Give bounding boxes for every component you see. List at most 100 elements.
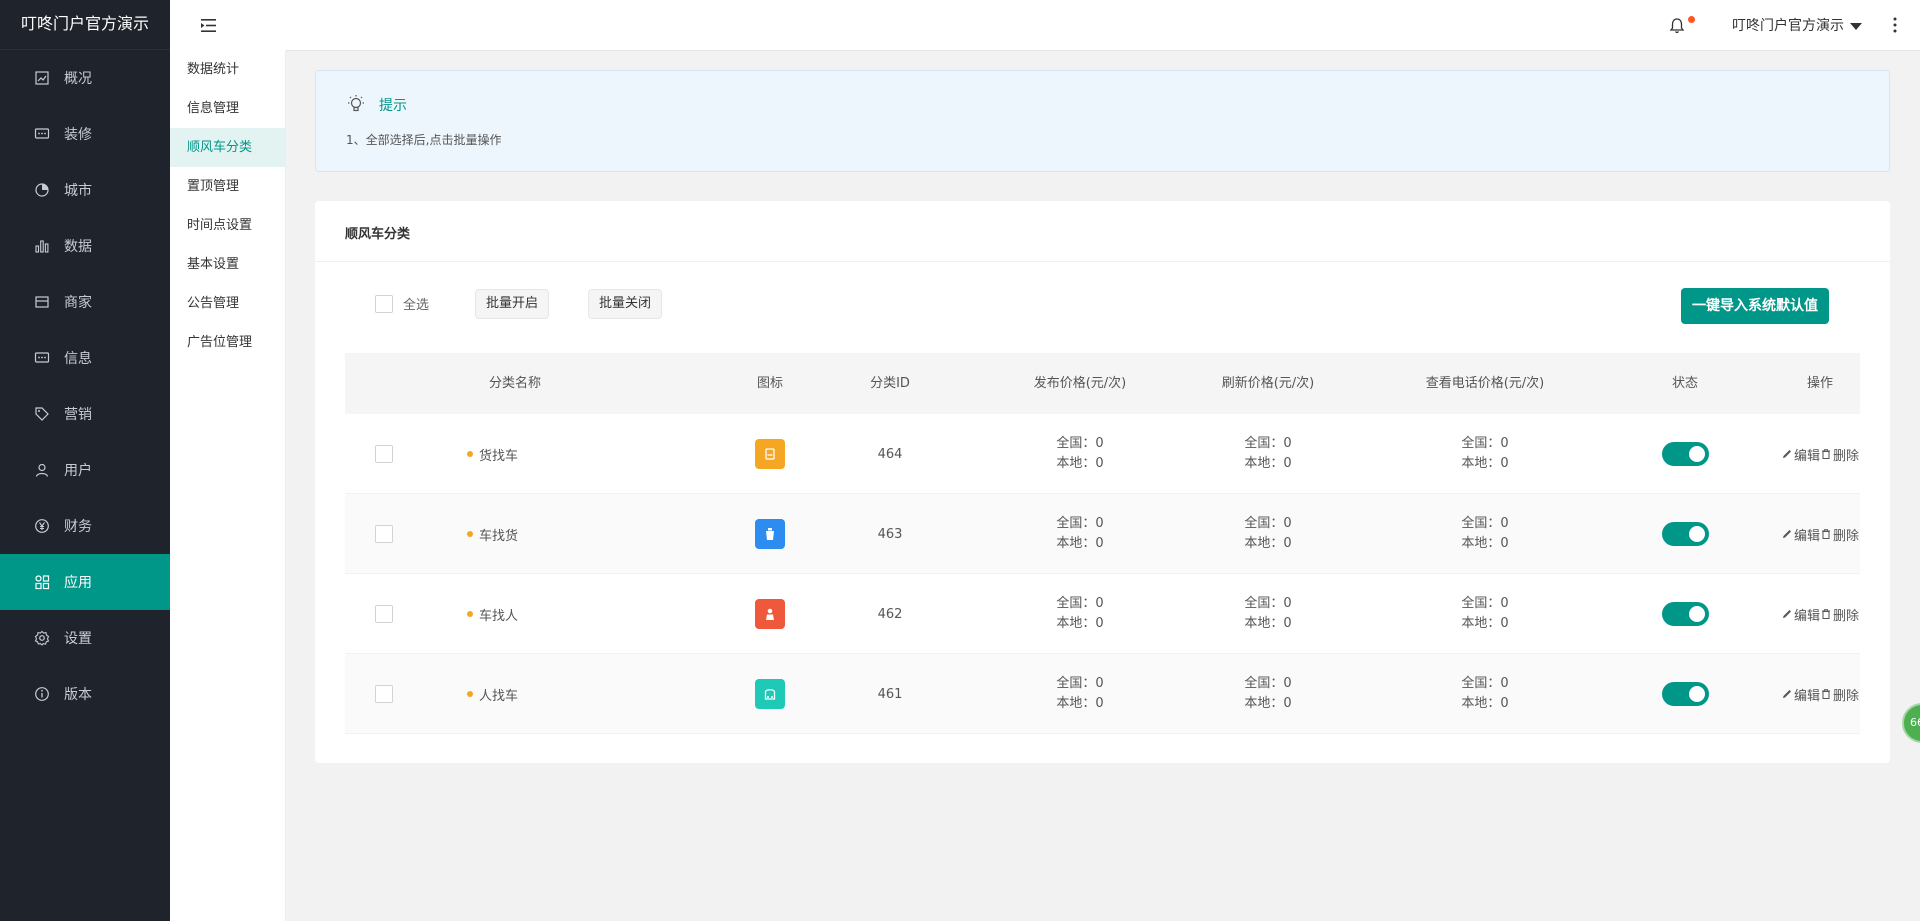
- batch-enable-button[interactable]: 批量开启: [475, 289, 550, 319]
- delete-label: 删除: [1833, 448, 1860, 464]
- price-national: 全国：0: [1056, 516, 1104, 531]
- status-toggle[interactable]: [1661, 682, 1709, 706]
- phone-price-cell: 全国：0 本地：0: [1400, 414, 1570, 494]
- sidebar-item-11[interactable]: 版本: [0, 666, 170, 722]
- refresh-price-cell: 全国：0 本地：0: [1198, 654, 1338, 734]
- delete-button[interactable]: 删除: [1820, 445, 1859, 464]
- brand-title: 叮咚门户官方演示: [0, 0, 170, 50]
- bullet-dot: [467, 451, 473, 457]
- category-name-cell: 货找车: [467, 414, 617, 494]
- status-toggle[interactable]: [1661, 442, 1709, 466]
- status-toggle[interactable]: [1661, 522, 1709, 546]
- price-local: 本地：0: [1461, 456, 1509, 471]
- caret-down-icon: [1850, 22, 1862, 30]
- row-checkbox[interactable]: [375, 445, 393, 463]
- pencil-icon: [1782, 610, 1791, 618]
- edit-button[interactable]: 编辑: [1781, 525, 1820, 544]
- phone-price-cell: 全国：0 本地：0: [1400, 574, 1570, 654]
- sidebar-item-2[interactable]: 城市: [0, 162, 170, 218]
- edit-button[interactable]: 编辑: [1781, 605, 1820, 624]
- header-publish-price: 发布价格(元/次): [1033, 376, 1127, 391]
- delete-button[interactable]: 删除: [1820, 685, 1859, 704]
- subnav-item-4[interactable]: 时间点设置: [170, 206, 285, 245]
- sidebar-item-3[interactable]: 数据: [0, 218, 170, 274]
- price-national: 全国：0: [1461, 516, 1509, 531]
- decoration-icon: [34, 126, 50, 142]
- delete-button[interactable]: 删除: [1820, 525, 1859, 544]
- sidebar-item-9[interactable]: 应用: [0, 554, 170, 610]
- price-national: 全国：0: [1244, 436, 1292, 451]
- status-cell: [1655, 494, 1715, 574]
- status-toggle[interactable]: [1661, 602, 1709, 626]
- sidebar-item-8[interactable]: 财务: [0, 498, 170, 554]
- actions-cell: 编辑 删除: [1755, 414, 1885, 494]
- price-national: 全国：0: [1056, 676, 1104, 691]
- sidebar-item-label: 概况: [64, 71, 92, 87]
- row-checkbox[interactable]: [375, 685, 393, 703]
- subnav-item-6[interactable]: 公告管理: [170, 284, 285, 323]
- category-icon-cell: [740, 574, 800, 654]
- floating-badge[interactable]: 66: [1902, 703, 1920, 743]
- header-status: 状态: [1671, 376, 1698, 391]
- category-icon: [755, 519, 785, 549]
- yen-icon: [34, 518, 50, 534]
- tip-title: 提示: [379, 98, 407, 114]
- actions-cell: 编辑 删除: [1755, 494, 1885, 574]
- edit-button[interactable]: 编辑: [1781, 445, 1820, 464]
- select-all-checkbox[interactable]: 全选: [375, 294, 429, 313]
- category-icon-cell: [740, 414, 800, 494]
- sidebar-item-4[interactable]: 商家: [0, 274, 170, 330]
- row-checkbox[interactable]: [375, 525, 393, 543]
- subnav-item-0[interactable]: 数据统计: [170, 50, 285, 89]
- sub-sidebar: 数据统计 信息管理 顺风车分类 置顶管理 时间点设置 基本设置 公告管理 广告位管理: [170, 50, 286, 921]
- sidebar-item-5[interactable]: 信息: [0, 330, 170, 386]
- import-default-button[interactable]: 一键导入系统默认值: [1681, 288, 1829, 324]
- sidebar-item-label: 信息: [64, 351, 92, 367]
- row-checkbox[interactable]: [375, 605, 393, 623]
- sidebar-item-0[interactable]: 概况: [0, 50, 170, 106]
- subnav-item-5[interactable]: 基本设置: [170, 245, 285, 284]
- user-menu[interactable]: 叮咚门户官方演示: [1732, 15, 1862, 35]
- status-cell: [1655, 574, 1715, 654]
- subnav-item-3[interactable]: 置顶管理: [170, 167, 285, 206]
- edit-label: 编辑: [1793, 528, 1820, 544]
- sidebar-item-10[interactable]: 设置: [0, 610, 170, 666]
- menu-toggle-icon[interactable]: [200, 17, 217, 34]
- edit-button[interactable]: 编辑: [1781, 685, 1820, 704]
- delete-button[interactable]: 删除: [1820, 605, 1859, 624]
- pencil-icon: [1782, 690, 1791, 698]
- sidebar-item-label: 商家: [64, 295, 92, 311]
- subnav-item-7[interactable]: 广告位管理: [170, 323, 285, 362]
- trash-icon: [1822, 689, 1830, 699]
- toggle-knob: [1688, 446, 1705, 462]
- category-name-cell: 人找车: [467, 654, 617, 734]
- publish-price-cell: 全国：0 本地：0: [1010, 574, 1150, 654]
- header-id: 分类ID: [870, 376, 910, 391]
- more-vertical-icon[interactable]: [1892, 16, 1898, 34]
- publish-price-cell: 全国：0 本地：0: [1010, 414, 1150, 494]
- user-name: 叮咚门户官方演示: [1732, 18, 1844, 34]
- batch-disable-button[interactable]: 批量关闭: [588, 289, 663, 319]
- category-icon-cell: [740, 654, 800, 734]
- sidebar-item-6[interactable]: 营销: [0, 386, 170, 442]
- table-header: 分类名称 图标 分类ID 发布价格(元/次) 刷新价格(元/次) 查看电话价格(…: [345, 353, 1860, 414]
- main-sidebar: 叮咚门户官方演示 概况装修 城市 数据商家信息营销 用户 财务 应用 设置版本: [0, 0, 170, 921]
- category-card: 顺风车分类 全选 批量开启 批量关闭 一键导入系统默认值 分类名称 图标 分类I…: [315, 201, 1890, 763]
- overview-icon: [34, 70, 50, 86]
- refresh-price-cell: 全国：0 本地：0: [1198, 414, 1338, 494]
- category-name: 货找车: [479, 448, 519, 464]
- lightbulb-icon: [348, 95, 364, 112]
- edit-label: 编辑: [1793, 688, 1820, 704]
- sidebar-item-7[interactable]: 用户: [0, 442, 170, 498]
- apps-icon: [34, 574, 50, 590]
- sidebar-item-1[interactable]: 装修: [0, 106, 170, 162]
- top-header: 叮咚门户官方演示: [170, 0, 1920, 51]
- subnav-item-1[interactable]: 信息管理: [170, 89, 285, 128]
- sidebar-item-label: 版本: [64, 687, 92, 703]
- bullet-dot: [467, 691, 473, 697]
- checkbox[interactable]: [375, 294, 393, 313]
- gear-icon: [34, 630, 50, 646]
- bell-icon[interactable]: [1668, 17, 1686, 35]
- subnav-item-2[interactable]: 顺风车分类: [170, 128, 285, 167]
- header-refresh-price: 刷新价格(元/次): [1221, 376, 1315, 391]
